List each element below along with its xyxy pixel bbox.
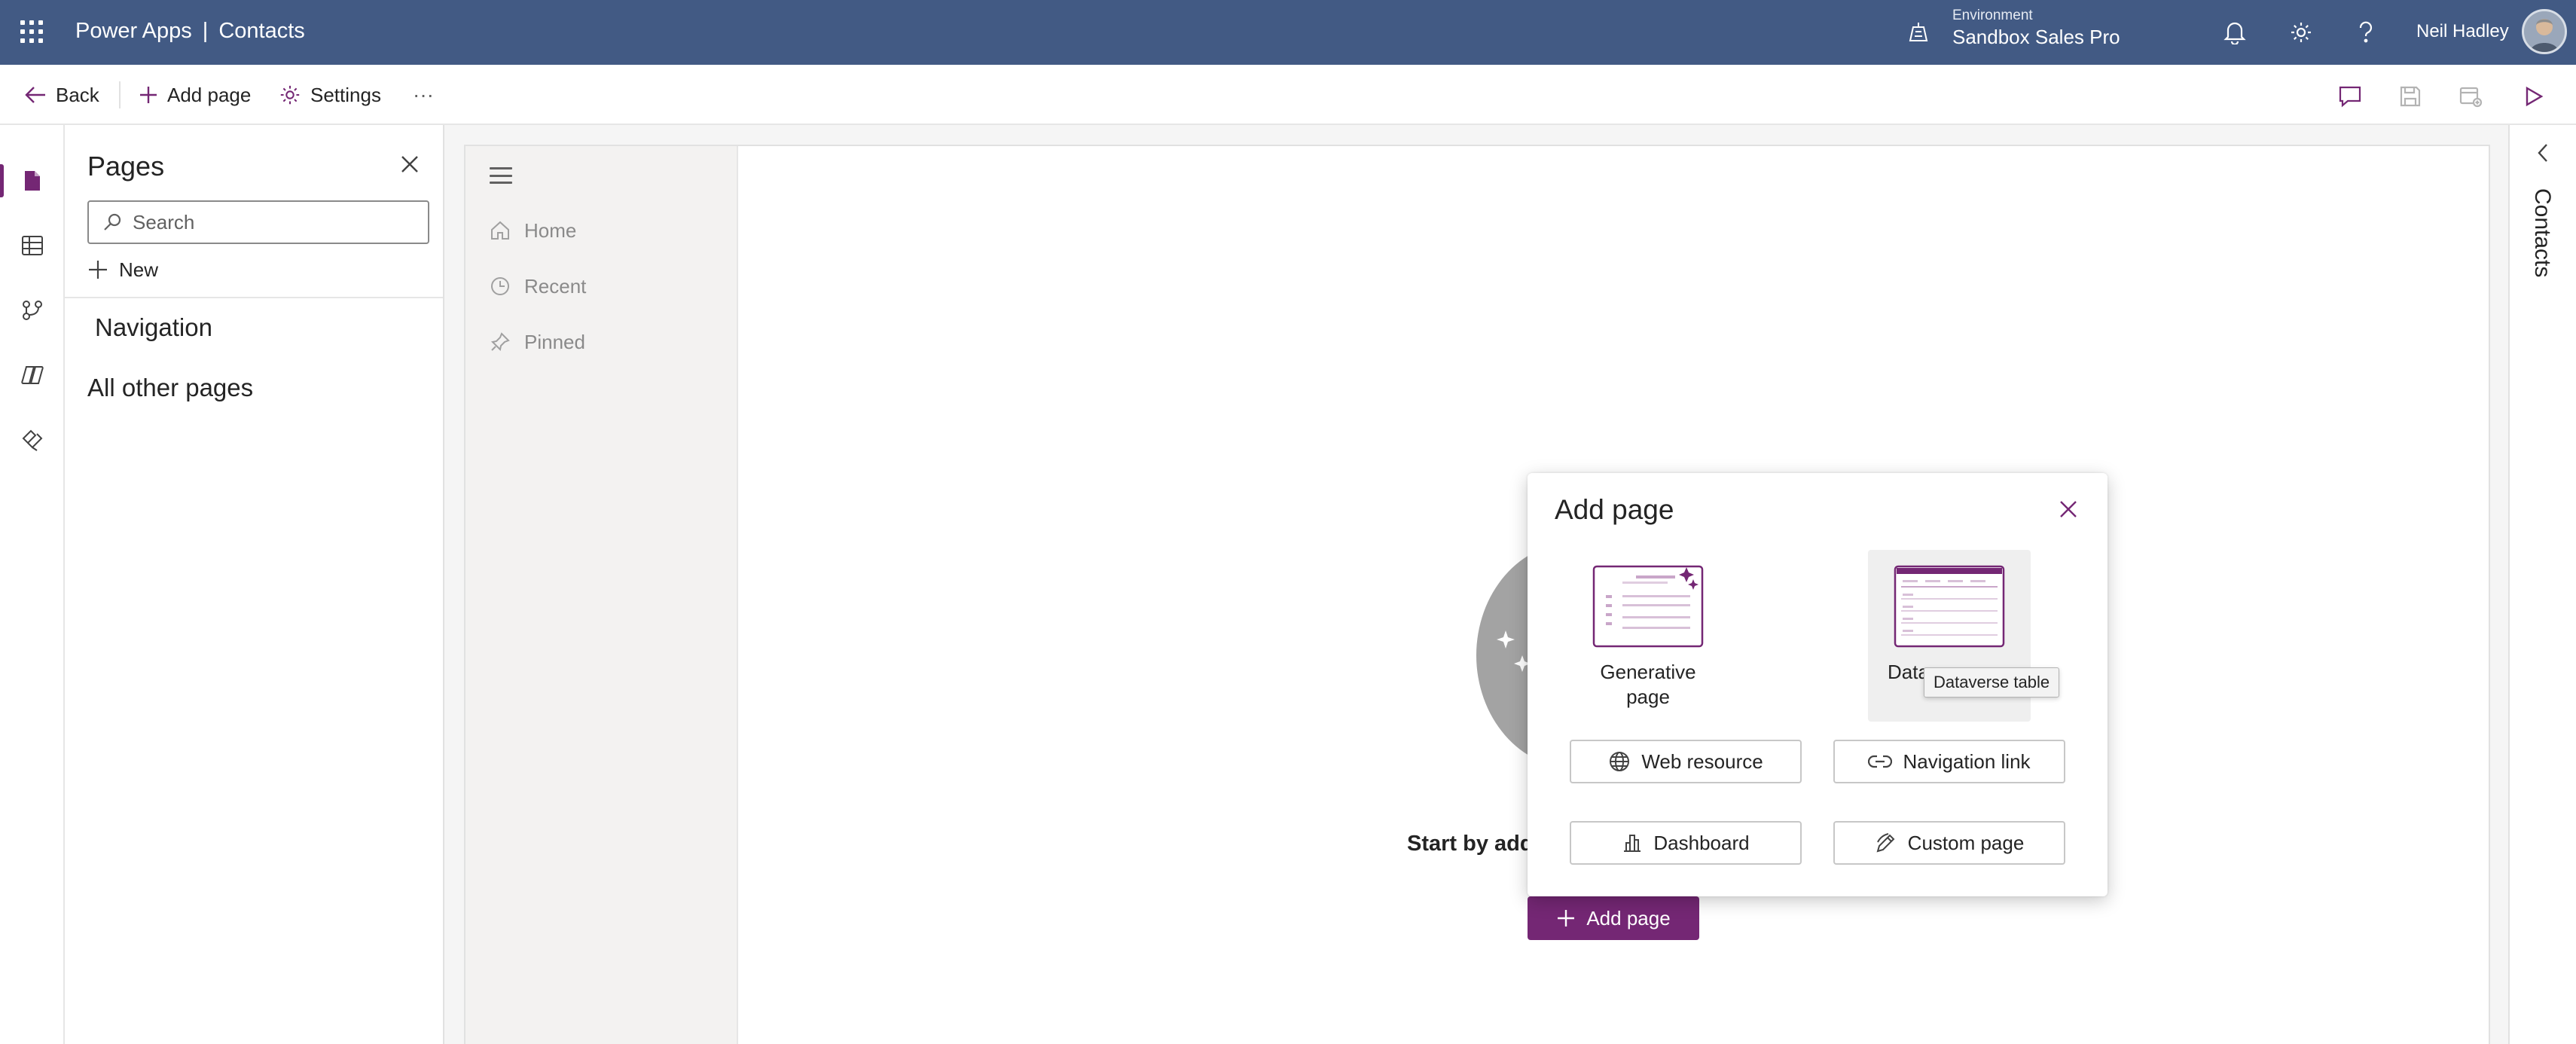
command-bar: Back Add page Settings ··· — [0, 65, 2576, 125]
add-page-command[interactable]: Add page — [139, 80, 251, 110]
plus-icon — [1558, 910, 1575, 926]
right-pane-title: Contacts — [2530, 188, 2555, 278]
sitemap-item-recent[interactable]: Recent — [490, 271, 586, 301]
back-label: Back — [56, 83, 99, 106]
settings-label: Settings — [310, 83, 381, 106]
home-icon — [491, 221, 509, 240]
page-icon — [25, 171, 40, 191]
new-label: New — [119, 258, 159, 281]
dialog-title: Add page — [1555, 494, 1674, 525]
arrow-left-icon — [25, 87, 45, 103]
environment-name[interactable]: Sandbox Sales Pro — [1952, 26, 2120, 49]
generative-page-thumbnail — [1592, 565, 1704, 648]
pen-icon — [1876, 833, 1895, 853]
globe-icon — [1610, 752, 1630, 771]
app-title: Power Apps | Contacts — [75, 19, 305, 44]
settings-command[interactable]: Settings — [279, 80, 381, 110]
close-icon[interactable] — [396, 151, 423, 178]
search-input[interactable] — [133, 210, 419, 234]
web-resource-label: Web resource — [1641, 749, 1763, 773]
dashboard-label: Dashboard — [1653, 831, 1750, 854]
dashboard-icon — [1624, 835, 1641, 852]
title-separator: | — [202, 19, 209, 43]
layers-icon — [22, 429, 43, 451]
close-icon[interactable] — [2055, 496, 2082, 523]
search-icon — [104, 213, 121, 230]
navigation-link-label: Navigation link — [1903, 749, 2031, 773]
plus-icon — [140, 87, 157, 103]
all-other-pages-section[interactable]: All other pages — [87, 374, 253, 402]
more-options-button[interactable]: ··· — [413, 80, 434, 110]
search-box[interactable] — [87, 200, 429, 244]
avatar[interactable] — [2522, 9, 2567, 54]
help-icon[interactable] — [2352, 18, 2380, 47]
flow-icon — [23, 301, 42, 320]
app-launcher-icon[interactable] — [18, 18, 45, 45]
right-properties-pane: Contacts — [2508, 125, 2576, 1044]
new-page-button[interactable]: New — [87, 255, 158, 285]
rail-pages[interactable] — [0, 158, 65, 203]
app-name: Contacts — [218, 19, 305, 43]
sitemap-label: Pinned — [524, 330, 585, 353]
sitemap-label: Recent — [524, 274, 587, 298]
link-icon — [1868, 755, 1893, 768]
generative-page-tile[interactable]: Generative page — [1567, 550, 1729, 722]
chevron-left-icon[interactable] — [2532, 142, 2555, 164]
bell-icon[interactable] — [2220, 18, 2249, 47]
add-page-dialog: Add page Generative page Datav Dataverse… — [1528, 473, 2107, 896]
tooltip: Dataverse table — [1924, 667, 2060, 698]
rail-data[interactable] — [0, 223, 65, 268]
product-name[interactable]: Power Apps — [75, 19, 192, 43]
top-header: Power Apps | Contacts Environment Sandbox … — [0, 0, 2576, 65]
dashboard-button[interactable]: Dashboard — [1570, 821, 1802, 865]
save-icon[interactable] — [2395, 81, 2425, 111]
sitemap-navigation: Home Recent Pinned — [465, 146, 738, 1044]
add-page-primary-label: Add page — [1586, 906, 1671, 930]
navigation-section[interactable]: Navigation — [95, 313, 212, 342]
sitemap-item-home[interactable]: Home — [490, 215, 576, 246]
rail-copilot[interactable] — [0, 353, 65, 398]
add-page-label: Add page — [167, 83, 252, 106]
play-icon[interactable] — [2519, 81, 2549, 111]
environment-label: Environment — [1952, 8, 2033, 23]
plus-icon — [89, 261, 107, 279]
copilot-icon — [21, 366, 44, 384]
left-rail — [0, 125, 65, 1044]
empty-state-text: Start by add — [1407, 832, 1534, 856]
sitemap-label: Home — [524, 218, 577, 242]
pin-icon — [490, 332, 510, 352]
custom-page-button[interactable]: Custom page — [1833, 821, 2065, 865]
generative-page-label: Generative page — [1600, 661, 1696, 708]
hamburger-icon[interactable] — [490, 167, 512, 184]
gear-icon[interactable] — [2287, 18, 2315, 47]
gear-icon — [280, 85, 300, 105]
pages-title: Pages — [87, 151, 165, 182]
comment-icon[interactable] — [2335, 81, 2365, 111]
user-name[interactable]: Neil Hadley — [2416, 21, 2509, 42]
active-indicator — [0, 164, 4, 197]
panel-divider — [65, 297, 443, 298]
clock-icon — [491, 277, 509, 295]
table-icon — [22, 236, 43, 255]
rail-automation[interactable] — [0, 288, 65, 333]
pages-panel: Pages New Navigation All other pages — [65, 125, 444, 1044]
web-resource-button[interactable]: Web resource — [1570, 740, 1802, 783]
navigation-link-button[interactable]: Navigation link — [1833, 740, 2065, 783]
command-divider — [119, 81, 121, 108]
add-page-primary-button[interactable]: Add page — [1528, 896, 1699, 940]
sitemap-item-pinned[interactable]: Pinned — [490, 327, 585, 357]
back-button[interactable]: Back — [24, 80, 99, 110]
publish-icon[interactable] — [2455, 81, 2486, 111]
environment-icon[interactable] — [1906, 20, 1931, 45]
dataverse-table-thumbnail — [1894, 565, 2005, 648]
custom-page-label: Custom page — [1907, 831, 2025, 854]
rail-solutions[interactable] — [0, 417, 65, 462]
